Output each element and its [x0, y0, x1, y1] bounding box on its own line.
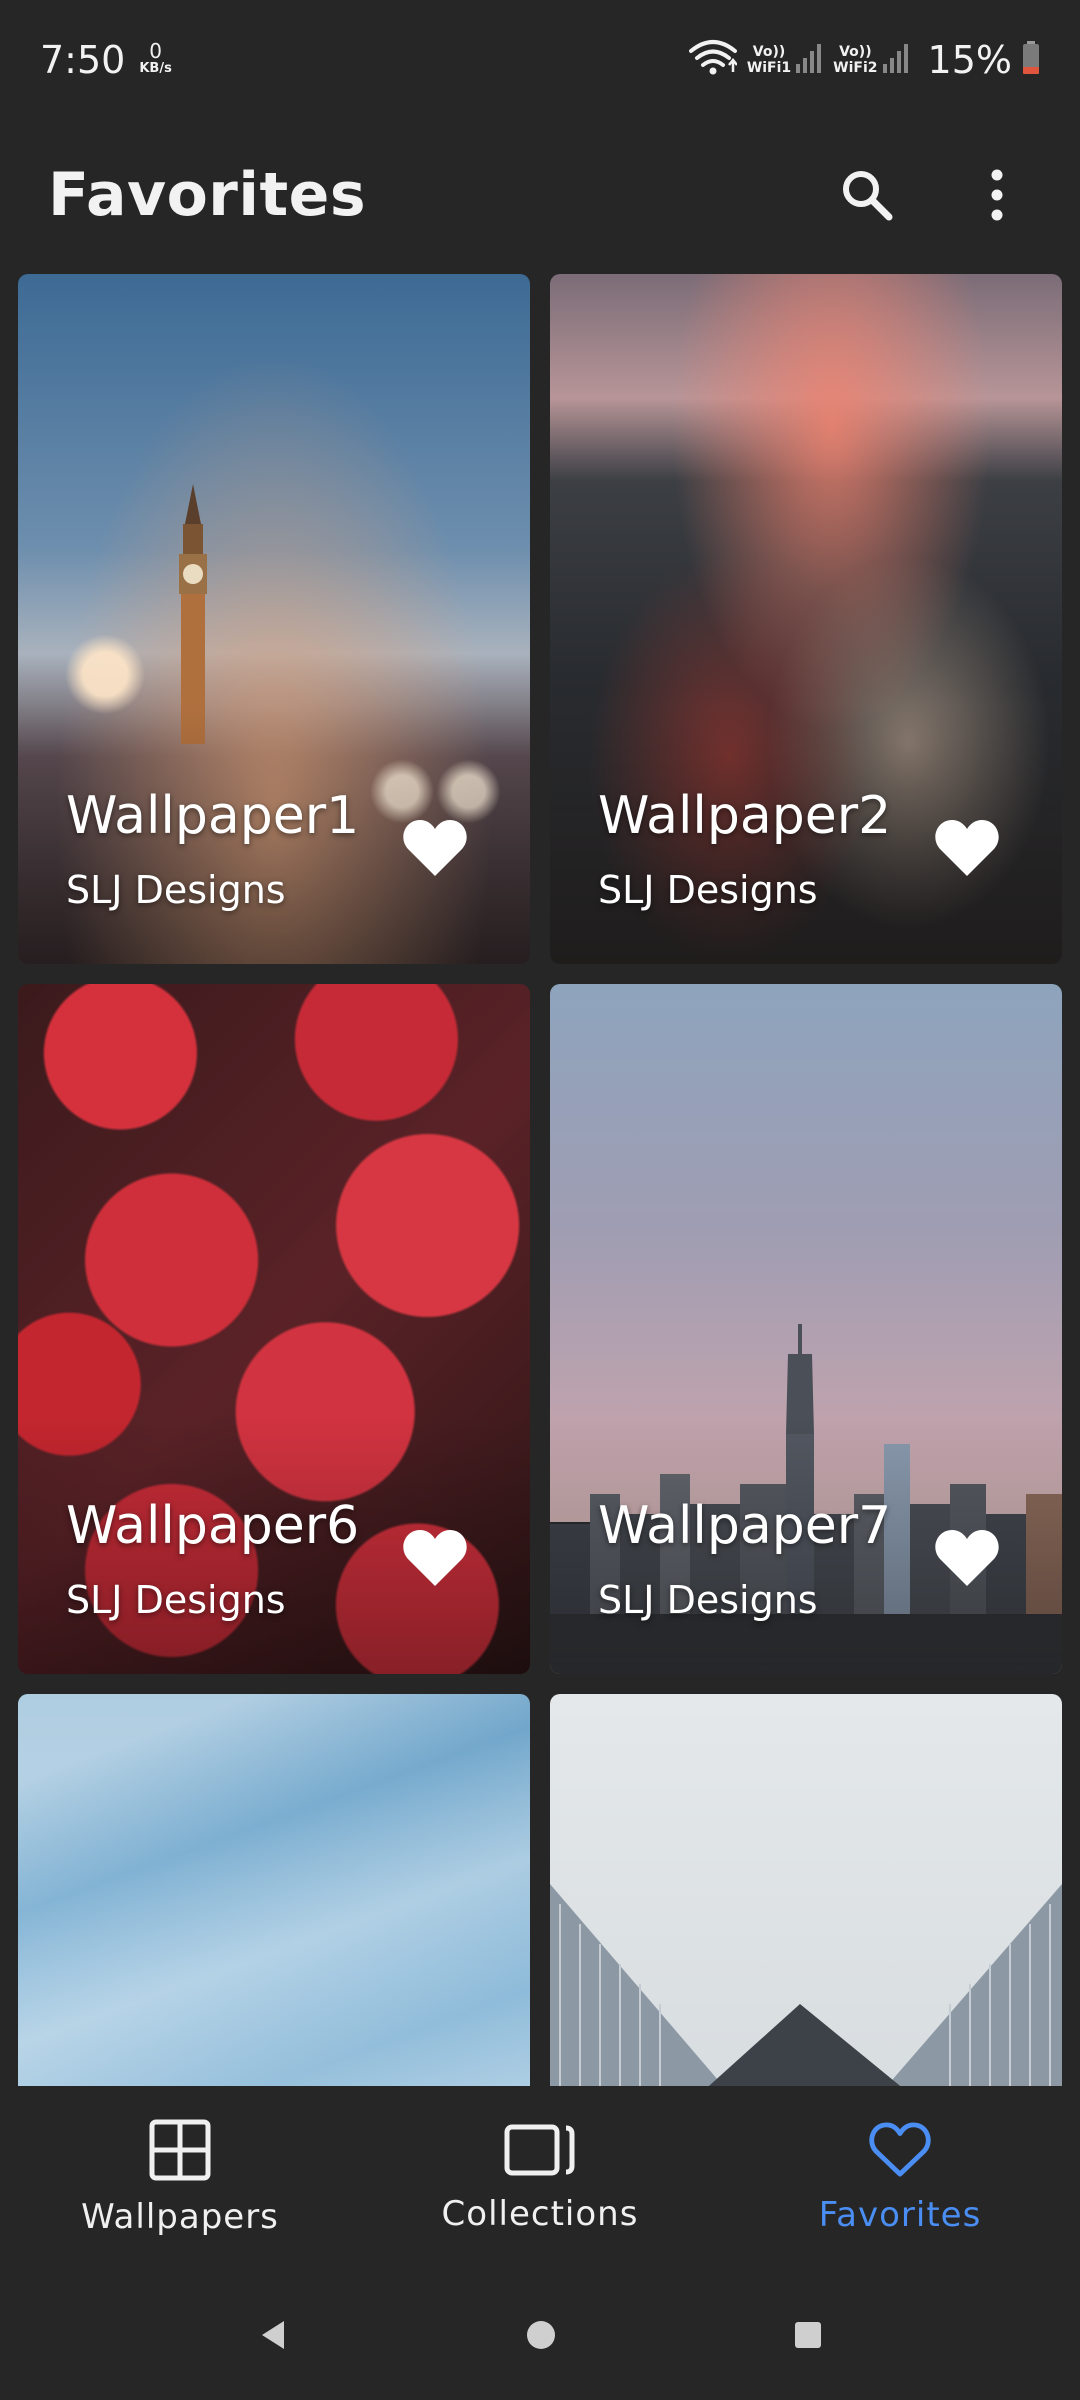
nav-item-favorites[interactable]: Favorites: [720, 2086, 1080, 2270]
network-speed: 0 KB/s: [139, 39, 172, 78]
heart-icon: [869, 2122, 931, 2177]
search-icon: [843, 171, 893, 221]
wallpaper-author: SLJ Designs: [598, 1578, 818, 1622]
wallpaper-title: Wallpaper2: [598, 786, 892, 846]
search-button[interactable]: [832, 160, 902, 230]
system-navigation-bar: [0, 2270, 1080, 2400]
wallpaper-author: SLJ Designs: [598, 868, 818, 912]
building-image: [550, 1884, 1062, 2086]
sim1-label-top: Vo)): [752, 44, 786, 60]
network-speed-value: 0: [149, 39, 162, 63]
nav-item-wallpapers[interactable]: Wallpapers: [0, 2086, 360, 2270]
cell-signal-icon: [795, 42, 823, 78]
page-title: Favorites: [48, 160, 367, 230]
grid-icon: [149, 2119, 211, 2181]
wallpaper-thumbnail: [550, 1694, 1062, 2086]
wallpaper-title: Wallpaper1: [66, 786, 360, 846]
status-bar: 7:50 0 KB/s Vo)) WiFi1 Vo)) WiFi2 15%: [0, 0, 1080, 120]
network-speed-unit: KB/s: [139, 61, 172, 76]
wallpaper-card[interactable]: Wallpaper2 SLJ Designs: [550, 274, 1062, 964]
back-icon[interactable]: [258, 2319, 288, 2351]
wallpaper-card[interactable]: [18, 1694, 530, 2086]
nav-label-collections: Collections: [441, 2194, 639, 2234]
heart-icon[interactable]: [402, 1528, 468, 1588]
wallpaper-card[interactable]: Wallpaper7 SLJ Designs: [550, 984, 1062, 1674]
clock: 7:50: [40, 38, 126, 82]
home-icon[interactable]: [525, 2319, 557, 2351]
wallpaper-author: SLJ Designs: [66, 1578, 286, 1622]
battery-icon: [1022, 41, 1040, 79]
collections-icon: [504, 2124, 575, 2176]
cell-signal-icon: [882, 42, 910, 78]
more-options-button[interactable]: [962, 160, 1032, 230]
sim1-label-bottom: WiFi1: [746, 60, 792, 76]
wallpaper-card[interactable]: Wallpaper1 SLJ Designs: [18, 274, 530, 964]
wallpaper-card[interactable]: Wallpaper6 SLJ Designs: [18, 984, 530, 1674]
wallpaper-thumbnail: [18, 1694, 530, 2086]
sim2-signal: Vo)) WiFi2: [833, 42, 909, 78]
wallpaper-title: Wallpaper7: [598, 1496, 892, 1556]
heart-icon[interactable]: [402, 818, 468, 878]
sim2-label-bottom: WiFi2: [833, 60, 878, 76]
nav-label-favorites: Favorites: [818, 2195, 982, 2235]
wallpaper-title: Wallpaper6: [66, 1496, 360, 1556]
battery-percent: 15%: [927, 38, 1012, 82]
more-vert-icon: [991, 169, 1003, 221]
recents-icon[interactable]: [794, 2321, 822, 2349]
status-icons: Vo)) WiFi1 Vo)) WiFi2 15%: [688, 38, 1040, 82]
bottom-navigation: Wallpapers Collections Favorites: [0, 2086, 1080, 2270]
heart-icon[interactable]: [934, 1528, 1000, 1588]
heart-icon[interactable]: [934, 818, 1000, 878]
app-bar: Favorites: [0, 120, 1080, 270]
wallpaper-author: SLJ Designs: [66, 868, 286, 912]
favorites-grid: Wallpaper1 SLJ Designs Wallpaper2 SLJ De…: [18, 274, 1062, 2086]
nav-label-wallpapers: Wallpapers: [81, 2197, 279, 2237]
wifi-icon: [688, 39, 738, 81]
wallpaper-card[interactable]: [550, 1694, 1062, 2086]
sim2-label-top: Vo)): [839, 44, 872, 60]
sim1-signal: Vo)) WiFi1: [747, 42, 823, 78]
nav-item-collections[interactable]: Collections: [360, 2086, 720, 2270]
